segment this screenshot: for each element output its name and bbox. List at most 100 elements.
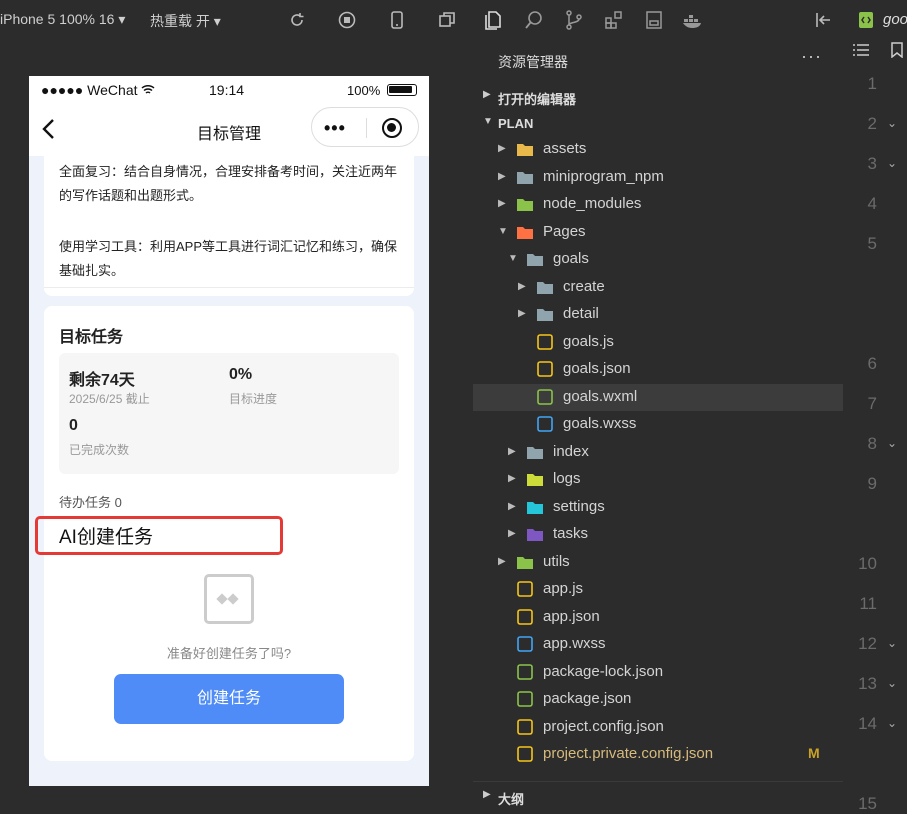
fold-chevron-icon[interactable]: ⌄	[887, 116, 897, 130]
simulator-toolbar: iPhone 5 100% 16 ▾ 热重载 开 ▾	[0, 0, 473, 40]
tree-item[interactable]: ▶ index	[473, 439, 843, 467]
collapse-panel-icon[interactable]	[813, 9, 835, 31]
editor-tab-name: goo	[883, 11, 907, 28]
outline-label: 大纲	[498, 792, 525, 807]
page-content[interactable]: 全面复习：结合自身情况，合理安排备考时间，关注近两年的写作话题和出题形式。 使用…	[29, 156, 429, 786]
chevron-right-icon: ▶	[518, 308, 526, 319]
search-icon[interactable]	[523, 9, 545, 31]
open-editors-section[interactable]: ▶ 打开的编辑器	[473, 82, 843, 110]
docker-icon[interactable]	[681, 9, 703, 31]
chevron-down-icon: ▼	[508, 253, 518, 264]
project-name: PLAN	[498, 116, 534, 131]
explorer-title: 资源管理器	[498, 54, 568, 70]
tree-item[interactable]: project.private.config.json M	[473, 741, 843, 769]
tree-item[interactable]: ▶ settings	[473, 494, 843, 522]
folder-logs-icon	[527, 474, 543, 486]
more-menu-icon[interactable]: •••	[324, 118, 346, 139]
stop-icon[interactable]	[337, 10, 357, 30]
line-number: 8	[867, 434, 877, 453]
line-number: 5	[867, 234, 877, 253]
line-number: 9	[867, 474, 877, 493]
refresh-icon[interactable]	[287, 10, 307, 30]
phone-nav-bar: 目标管理 •••	[29, 104, 429, 156]
project-section[interactable]: ▼ PLAN	[473, 109, 843, 137]
tree-item-label: utils	[543, 552, 570, 570]
folder-icon	[517, 171, 533, 184]
status-time: 19:14	[209, 82, 245, 98]
detach-window-icon[interactable]	[437, 10, 457, 30]
folder-utils-icon	[517, 556, 533, 569]
tree-item[interactable]: app.js	[473, 576, 843, 604]
tree-item[interactable]: goals.js	[473, 329, 843, 357]
more-actions-icon[interactable]: ···	[801, 46, 822, 67]
capsule-divider	[366, 118, 367, 138]
storage-icon[interactable]	[643, 9, 665, 31]
line-number: 1	[867, 74, 877, 93]
tree-item-label: project.private.config.json	[543, 745, 714, 762]
chevron-down-icon: ▼	[498, 225, 508, 237]
carrier-label: ●●●●● WeChat	[41, 82, 138, 98]
tree-item[interactable]: ▶ logs	[473, 466, 843, 494]
tree-item[interactable]: package-lock.json	[473, 659, 843, 687]
tree-item[interactable]: ▶ miniprogram_npm	[473, 164, 843, 192]
line-number: 13	[858, 674, 877, 693]
fold-chevron-icon[interactable]: ⌄	[887, 676, 897, 690]
tree-item-label: goals.js	[563, 332, 614, 350]
tree-item[interactable]: goals.wxml	[473, 383, 843, 411]
close-mini-program-icon[interactable]	[382, 118, 402, 138]
outline-section[interactable]: ▶ 大纲	[473, 781, 843, 809]
source-control-icon[interactable]	[563, 9, 585, 31]
tree-item-label: package-lock.json	[543, 662, 664, 680]
tree-item[interactable]: app.wxss	[473, 631, 843, 659]
tree-item[interactable]: project.config.json	[473, 714, 843, 742]
line-number: 4	[867, 194, 877, 213]
extensions-icon[interactable]	[603, 9, 625, 31]
fold-chevron-icon[interactable]: ⌄	[887, 436, 897, 450]
editor-tab[interactable]: goo	[843, 0, 907, 40]
chevron-right-icon: ▶	[508, 500, 516, 512]
tree-item[interactable]: ▼ Pages	[473, 219, 843, 247]
divider	[44, 287, 414, 288]
folder-settings-icon	[527, 501, 543, 514]
tree-item[interactable]: ▶ utils	[473, 549, 843, 577]
chevron-right-icon: ▶	[483, 89, 491, 100]
fold-chevron-icon[interactable]: ⌄	[887, 636, 897, 650]
tree-item[interactable]: ▶ detail	[473, 301, 843, 329]
tree-item[interactable]: ▶ create	[473, 274, 843, 302]
chevron-right-icon: ▶	[498, 143, 506, 154]
stats-panel: 剩余74天 2025/6/25 截止 0% 目标进度 0 已完成次数	[59, 353, 399, 474]
tree-item[interactable]: goals.json	[473, 356, 843, 384]
mini-program-capsule: •••	[311, 107, 419, 147]
tree-item[interactable]: goals.wxss	[473, 411, 843, 439]
explorer-icon[interactable]	[483, 9, 505, 31]
progress-label: 目标进度	[229, 392, 278, 406]
editor-pane: goo 1 2 ⌄ 3 ⌄ 4 5 6 7 8 ⌄ 9 10 11 12 ⌄ 13 ⌄ 14 ⌄ 15	[843, 0, 907, 814]
create-task-button[interactable]: 创建任务	[114, 674, 344, 724]
tree-item[interactable]: package.json	[473, 686, 843, 714]
empty-state-prompt: 准备好创建任务了吗?	[166, 646, 292, 661]
battery-percent: 100%	[347, 83, 381, 98]
chevron-down-icon: ▼	[483, 116, 493, 127]
tree-item[interactable]: ▼ goals	[473, 246, 843, 274]
devtools-window: iPhone 5 100% 16 ▾ 热重载 开 ▾ ●●●●● WeChat …	[0, 0, 907, 814]
tree-item-label: create	[563, 277, 605, 295]
bookmark-icon[interactable]	[890, 42, 904, 58]
tree-item-label: miniprogram_npm	[543, 167, 664, 185]
tree-item[interactable]: ▶ assets	[473, 136, 843, 164]
tree-item-label: app.wxss	[543, 635, 606, 652]
tree-item[interactable]: app.json	[473, 604, 843, 632]
list-icon[interactable]	[852, 43, 870, 57]
css-file-icon	[537, 416, 553, 432]
fold-chevron-icon[interactable]: ⌄	[887, 156, 897, 170]
tree-item[interactable]: ▶ node_modules	[473, 191, 843, 219]
hot-reload-toggle[interactable]: 热重载 开 ▾	[150, 11, 221, 31]
device-select[interactable]: iPhone 5 100% 16 ▾	[0, 11, 125, 28]
fold-chevron-icon[interactable]: ⌄	[887, 716, 897, 730]
tree-item[interactable]: ▶ tasks	[473, 521, 843, 549]
battery-icon	[387, 84, 417, 96]
wxml-file-icon	[859, 12, 873, 28]
phone-simulator: ●●●●● WeChat 19:14 100% 目标管理 ••• 全面复习：结合…	[29, 76, 429, 786]
section-title: 目标任务	[59, 329, 124, 346]
phone-preview-icon[interactable]	[387, 10, 407, 30]
tree-item-label: goals.json	[563, 360, 631, 377]
